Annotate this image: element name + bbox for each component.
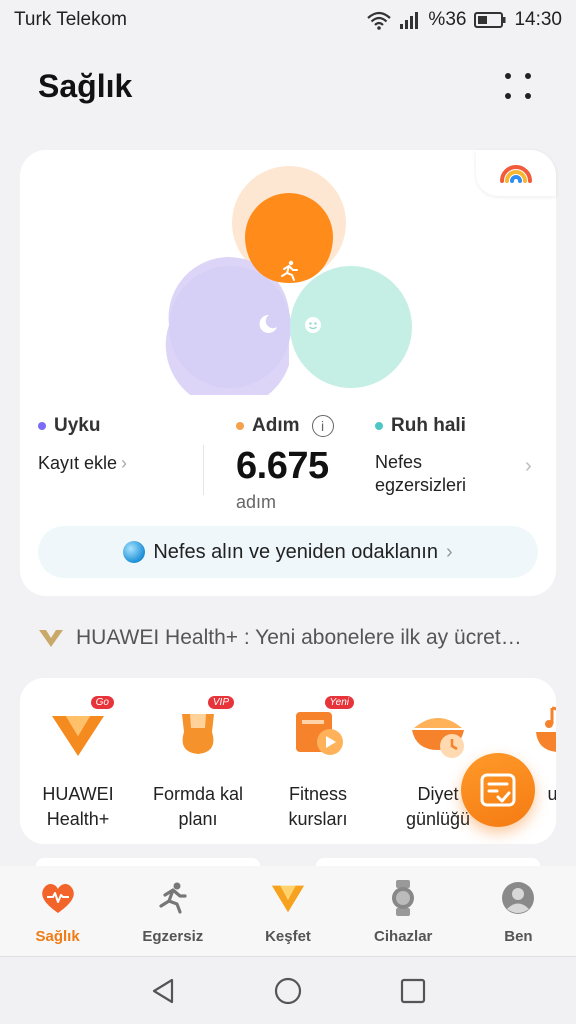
service-label: u r xyxy=(547,784,556,804)
breathing-banner-text: Nefes alın ve yeniden odaklanın xyxy=(153,540,438,563)
activity-rings-button[interactable] xyxy=(476,150,556,196)
service-fitness-courses[interactable]: Yeni Fitness kursları xyxy=(258,696,378,832)
service-fitness-plan[interactable]: VIP Formda kal planı xyxy=(138,696,258,832)
next-card-peek xyxy=(316,858,540,866)
diet-diary-icon xyxy=(408,702,468,762)
sleep-stat[interactable]: Uyku Kayıt ekle › xyxy=(38,415,127,474)
service-health-plus[interactable]: Go HUAWEI Health+ xyxy=(20,696,138,832)
app-header: Sağlık xyxy=(0,56,576,116)
mood-stat[interactable]: Ruh hali Nefes egzersizleri xyxy=(375,415,466,497)
tab-exercise[interactable]: Egzersiz xyxy=(115,866,230,956)
back-icon xyxy=(152,978,173,1003)
health-plus-icon xyxy=(39,630,63,647)
clock: 14:30 xyxy=(514,9,562,30)
health-plus-service-icon: Go xyxy=(48,696,114,762)
chevron-right-icon: › xyxy=(121,453,128,473)
tab-label: Cihazlar xyxy=(374,928,433,945)
tab-label: Sağlık xyxy=(35,928,80,945)
add-sleep-record-link[interactable]: Kayıt ekle xyxy=(38,453,117,474)
carrier-name: Turk Telekom xyxy=(14,9,127,30)
tab-label: Ben xyxy=(504,928,533,945)
discover-icon xyxy=(270,880,306,916)
fitness-courses-icon: Yeni xyxy=(288,696,354,762)
fitness-plan-icon: VIP xyxy=(168,696,234,762)
service-badge: VIP xyxy=(207,696,234,709)
health-petals-graphic[interactable] xyxy=(165,165,415,395)
home-icon xyxy=(274,977,302,1004)
breathing-exercises-link[interactable]: Nefes egzersizleri xyxy=(375,451,466,497)
tab-devices[interactable]: Cihazlar xyxy=(346,866,461,956)
running-icon xyxy=(155,880,191,916)
summary-stats: Uyku Kayıt ekle › Adım i 6.675 adım Ruh ha… xyxy=(20,415,556,525)
sleep-petal-body xyxy=(169,266,291,388)
service-label: Formda kal planı xyxy=(152,784,244,829)
service-badge: Go xyxy=(90,696,114,709)
tab-health[interactable]: Sağlık xyxy=(0,866,115,956)
recents-button[interactable] xyxy=(393,971,433,1011)
sleep-dot xyxy=(38,422,46,430)
bottom-tab-bar: Sağlık Egzersiz Keşfet Cihazlar Ben xyxy=(0,866,576,956)
status-bar: Turk Telekom %36 14:30 xyxy=(0,0,576,40)
watch-icon xyxy=(385,880,421,916)
steps-unit: adım xyxy=(236,492,277,512)
promo-text: HUAWEI Health+ : Yeni abonelere ilk ay ü… xyxy=(76,626,522,649)
tab-me[interactable]: Ben xyxy=(461,866,576,956)
profile-icon xyxy=(500,880,536,916)
steps-value: 6.675 xyxy=(236,445,329,487)
service-badge: Yeni xyxy=(324,696,354,709)
health-summary-card[interactable]: Uyku Kayıt ekle › Adım i 6.675 adım Ruh ha… xyxy=(20,150,556,596)
page-title: Sağlık xyxy=(38,67,133,104)
breathing-banner[interactable]: Nefes alın ve yeniden odaklanın › xyxy=(38,526,538,578)
signal-icon xyxy=(400,11,420,29)
tab-label: Keşfet xyxy=(265,928,311,945)
battery-percent: %36 xyxy=(428,9,467,30)
activity-rings-icon xyxy=(500,165,532,183)
recents-icon xyxy=(401,978,426,1003)
heart-icon xyxy=(40,880,76,916)
health-plus-promo[interactable]: HUAWEI Health+ : Yeni abonelere ilk ay ü… xyxy=(38,620,548,656)
music-icon xyxy=(528,702,556,762)
next-card-peek xyxy=(36,858,260,866)
steps-dot xyxy=(236,422,244,430)
chevron-right-icon: › xyxy=(445,540,453,563)
mood-label: Ruh hali xyxy=(391,415,466,436)
chevron-right-icon: › xyxy=(525,455,532,477)
smiley-icon xyxy=(305,317,321,333)
menu-dot xyxy=(525,93,531,99)
steps-stat[interactable]: Adım i 6.675 adım xyxy=(236,415,334,513)
sleep-label: Uyku xyxy=(54,415,101,436)
battery-icon xyxy=(474,11,506,29)
menu-dot xyxy=(525,73,531,79)
quick-record-button[interactable] xyxy=(461,753,535,827)
status-icons: %36 14:30 xyxy=(366,9,562,31)
back-button[interactable] xyxy=(143,971,183,1011)
info-icon[interactable]: i xyxy=(311,415,334,437)
home-button[interactable] xyxy=(268,971,308,1011)
service-label: Fitness kursları xyxy=(288,784,348,829)
breathing-icon xyxy=(123,541,146,563)
steps-label: Adım xyxy=(252,415,300,436)
system-nav-bar xyxy=(0,956,576,1024)
wifi-icon xyxy=(366,10,392,30)
tab-discover[interactable]: Keşfet xyxy=(230,866,345,956)
menu-dot xyxy=(505,73,511,79)
tab-label: Egzersiz xyxy=(142,928,204,945)
service-label: HUAWEI Health+ xyxy=(42,784,114,829)
mood-dot xyxy=(375,422,383,430)
checklist-icon xyxy=(480,773,516,807)
card-menu-button[interactable] xyxy=(498,66,538,106)
menu-dot xyxy=(505,93,511,99)
divider xyxy=(203,445,204,495)
